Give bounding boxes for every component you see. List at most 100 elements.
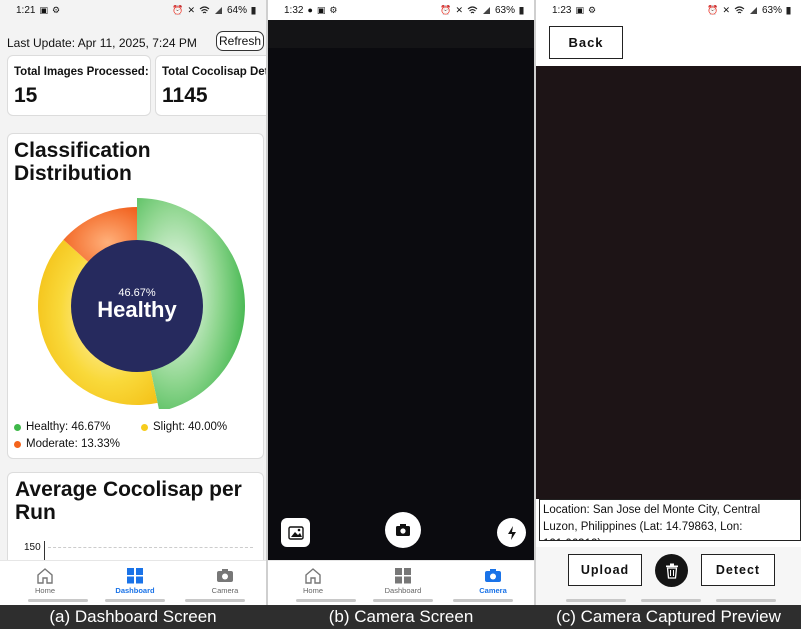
images-processed-card: Total Images Processed: 15 xyxy=(7,55,151,116)
legend-dot xyxy=(141,423,148,431)
dashboard-screen: 1:21 ▣ ⚙ ⏰ ✕ 64% Last Update: Apr 11, 20… xyxy=(0,0,266,605)
camera-viewfinder[interactable] xyxy=(268,48,534,560)
card-label: Total Cocolisap Det xyxy=(162,66,266,78)
system-nav-indicator xyxy=(28,599,88,602)
grid-icon xyxy=(395,568,411,584)
status-bar: 1:21 ▣ ⚙ ⏰ ✕ 64% xyxy=(0,0,266,20)
system-nav-indicator xyxy=(566,599,626,602)
system-nav-indicator xyxy=(453,599,513,602)
classification-title: Classification Distribution xyxy=(14,139,151,185)
average-title: Average Cocolisap per Run xyxy=(15,478,242,524)
signal-icon xyxy=(214,6,222,14)
bottom-nav: Home Dashboard Camera xyxy=(268,560,534,605)
camera-screen: 1:32 ● ▣ ⚙ ⏰ ✕ 63% Home Dashboard Camera xyxy=(268,0,534,605)
battery-icon xyxy=(519,6,524,14)
legend-dot xyxy=(14,423,21,431)
system-nav-indicator xyxy=(185,599,245,602)
nav-home[interactable]: Home xyxy=(278,567,348,595)
grid-line xyxy=(48,547,253,548)
gallery-button[interactable] xyxy=(281,518,310,547)
system-nav-indicator xyxy=(373,599,433,602)
legend-item-slight: Slight: 40.00% xyxy=(141,421,227,433)
status-time: 1:32 xyxy=(284,4,304,16)
legend-item-moderate: Moderate: 13.33% xyxy=(14,438,120,450)
preview-action-bar: Upload Detect xyxy=(536,547,801,605)
caption-camera: (b) Camera Screen xyxy=(328,607,474,626)
nav-home[interactable]: Home xyxy=(10,567,80,595)
legend-label: Slight: 40.00% xyxy=(153,421,228,433)
system-nav-indicator xyxy=(716,599,776,602)
camera-top-bar xyxy=(268,20,534,48)
nav-label: Dashboard xyxy=(115,586,155,595)
nav-camera[interactable]: Camera xyxy=(190,567,260,595)
nav-label: Dashboard xyxy=(384,586,422,595)
gallery-notification-icon: ▣ xyxy=(316,4,326,15)
settings-notification-icon: ⚙ xyxy=(587,4,597,15)
camera-icon xyxy=(217,569,233,582)
legend-label: Moderate: 13.33% xyxy=(26,438,120,450)
card-label: Total Images Processed: xyxy=(14,66,149,78)
average-card: Average Cocolisap per Run 150 xyxy=(7,472,264,572)
nav-dashboard[interactable]: Dashboard xyxy=(100,567,170,595)
mute-icon: ✕ xyxy=(187,4,195,15)
signal-icon xyxy=(749,6,757,14)
location-info: Location: San Jose del Monte City, Centr… xyxy=(539,499,801,541)
system-nav-indicator xyxy=(105,599,165,602)
trash-icon xyxy=(665,563,678,579)
delete-button[interactable] xyxy=(655,554,688,587)
caption-dashboard: (a) Dashboard Screen xyxy=(49,607,217,626)
grid-icon xyxy=(127,568,143,584)
gallery-notification-icon: ▣ xyxy=(575,4,584,15)
card-value: 15 xyxy=(14,84,38,107)
camera-icon xyxy=(396,524,410,536)
classification-donut-chart: 46.67% Healthy xyxy=(37,198,245,409)
bottom-nav: Home Dashboard Camera xyxy=(0,560,266,605)
alarm-icon: ⏰ xyxy=(707,4,719,15)
image-icon xyxy=(287,525,304,540)
y-axis-tick: 150 xyxy=(24,542,41,553)
mute-icon: ✕ xyxy=(722,4,730,15)
refresh-button[interactable]: Refresh xyxy=(216,31,264,51)
home-icon xyxy=(37,568,53,584)
detect-button[interactable]: Detect xyxy=(701,554,775,586)
nav-label: Home xyxy=(34,586,55,595)
battery-level: 63% xyxy=(494,4,515,16)
status-time: 1:21 xyxy=(16,4,36,16)
flash-button[interactable] xyxy=(497,518,526,547)
nav-label: Home xyxy=(302,586,323,595)
camera-icon xyxy=(485,569,501,582)
status-bar: 1:32 ● ▣ ⚙ ⏰ ✕ 63% xyxy=(268,0,534,20)
legend-dot xyxy=(14,440,21,448)
system-nav-indicator xyxy=(641,599,701,602)
donut-center-label: Healthy xyxy=(97,297,177,322)
card-value: 1145 xyxy=(162,84,208,107)
nav-label: Camera xyxy=(211,586,239,595)
back-button[interactable]: Back xyxy=(549,26,623,59)
nav-dashboard[interactable]: Dashboard xyxy=(368,567,438,595)
flash-icon xyxy=(507,525,516,540)
system-nav-indicator xyxy=(296,599,356,602)
legend-item-healthy: Healthy: 46.67% xyxy=(14,421,110,433)
captured-image-preview xyxy=(536,66,801,499)
wifi-icon xyxy=(734,5,745,13)
alarm-icon: ⏰ xyxy=(440,4,452,15)
battery-icon xyxy=(786,6,791,14)
settings-notification-icon: ⚙ xyxy=(329,4,338,15)
settings-notification-icon: ⚙ xyxy=(51,4,61,15)
status-bar: 1:23 ▣ ⚙ ⏰ ✕ 63% xyxy=(536,0,801,20)
cocolisap-detected-card: Total Cocolisap Det 1145 xyxy=(155,55,266,116)
capture-button[interactable] xyxy=(385,512,421,548)
nav-camera[interactable]: Camera xyxy=(458,567,528,595)
alarm-icon: ⏰ xyxy=(172,4,184,15)
wifi-icon xyxy=(467,5,478,13)
nav-label: Camera xyxy=(479,586,507,595)
captured-preview-screen: 1:23 ▣ ⚙ ⏰ ✕ 63% Back Location: San Jose… xyxy=(536,0,801,605)
legend-label: Healthy: 46.67% xyxy=(26,421,111,433)
caption-preview: (c) Camera Captured Preview xyxy=(556,607,781,626)
upload-button[interactable]: Upload xyxy=(568,554,642,586)
battery-level: 63% xyxy=(761,4,782,16)
gallery-notification-icon: ▣ xyxy=(39,4,48,15)
wifi-icon xyxy=(199,5,210,13)
last-update-text: Last Update: Apr 11, 2025, 7:24 PM xyxy=(7,36,197,50)
battery-level: 64% xyxy=(226,4,247,16)
